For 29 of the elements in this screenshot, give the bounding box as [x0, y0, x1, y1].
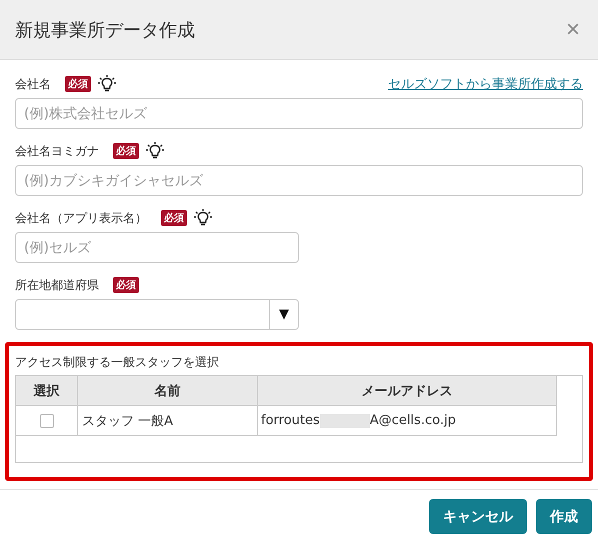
required-badge: 必須	[113, 143, 139, 159]
required-badge: 必須	[113, 277, 139, 293]
field-label: 会社名	[15, 76, 51, 92]
table-cell: スタッフ 一般A	[78, 406, 258, 435]
create-from-software-link[interactable]: セルズソフトから事業所作成する	[388, 75, 583, 93]
lightbulb-icon[interactable]	[145, 141, 165, 161]
prefecture-select[interactable]: ▼	[15, 299, 299, 330]
cancel-button[interactable]: キャンセル	[429, 499, 527, 534]
redaction-block	[320, 414, 370, 428]
dialog-title: 新規事業所データ作成	[15, 18, 195, 42]
lightbulb-icon[interactable]	[193, 208, 213, 228]
email-text: forroutes	[261, 413, 320, 428]
close-button[interactable]: ×	[566, 18, 580, 42]
column-header: 選択	[16, 376, 78, 405]
required-badge: 必須	[65, 76, 91, 92]
column-header: 名前	[78, 376, 258, 405]
input-field[interactable]: (例)セルズ	[15, 232, 299, 263]
create-button[interactable]: 作成	[536, 499, 592, 534]
required-badge: 必須	[161, 210, 187, 226]
field-label: 所在地都道府県	[15, 276, 99, 294]
field-label: 会社名（アプリ表示名）	[15, 210, 147, 226]
checkbox[interactable]	[40, 414, 54, 428]
lightbulb-icon[interactable]	[97, 74, 117, 94]
input-field[interactable]: (例)株式会社セルズ	[15, 98, 583, 129]
email-text: A@cells.co.jp	[370, 413, 456, 428]
input-field[interactable]: (例)カブシキガイシャセルズ	[15, 165, 583, 196]
section-title: アクセス制限する一般スタッフを選択	[15, 354, 220, 371]
column-header: メールアドレス	[360, 382, 454, 400]
field-label: 会社名ヨミガナ	[15, 142, 99, 160]
